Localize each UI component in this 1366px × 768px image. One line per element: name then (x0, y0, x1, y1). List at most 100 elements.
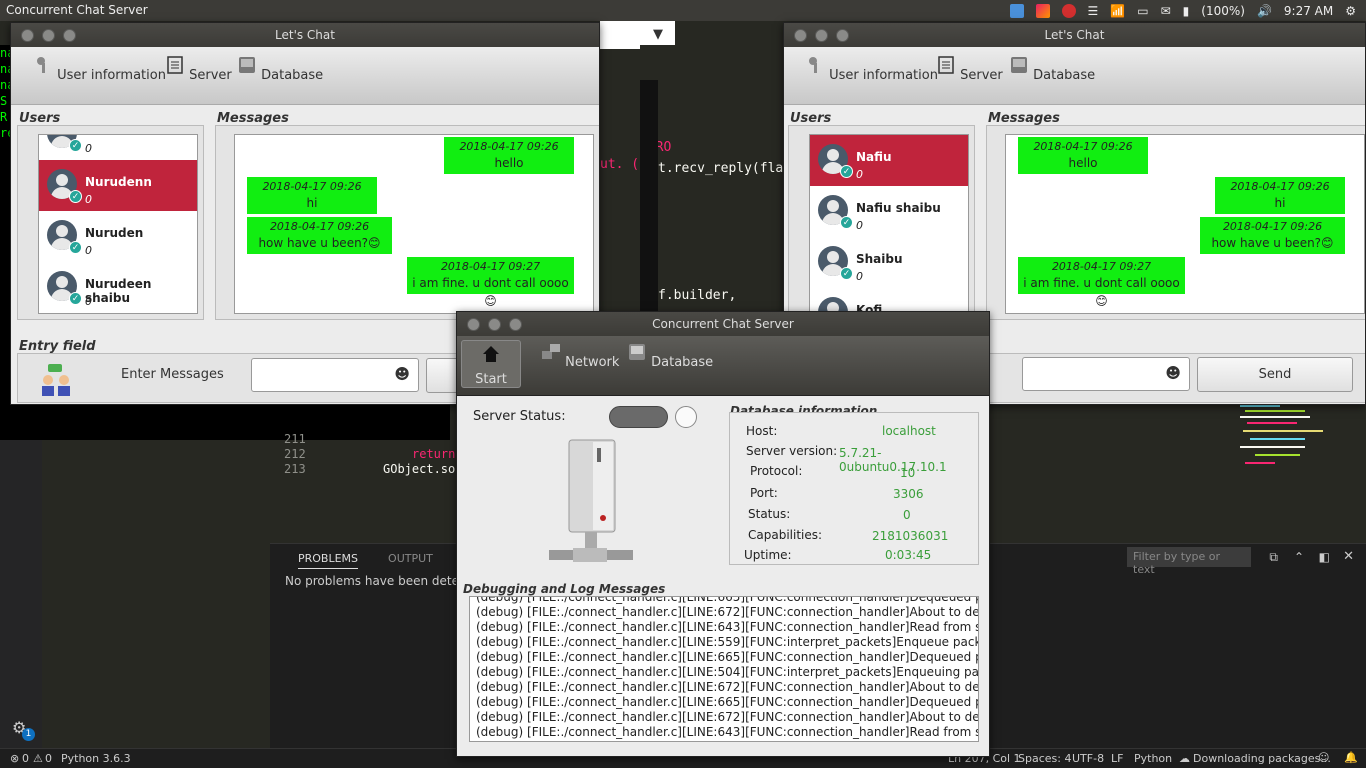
user-count: 0 (85, 142, 92, 155)
user-name: Shaibu (856, 252, 903, 266)
maximize-button[interactable] (509, 318, 522, 331)
log-line: (debug) [FILE:./connect_handler.c][LINE:… (476, 725, 979, 739)
menu-icon[interactable]: ☰ (1088, 4, 1099, 18)
home-icon (483, 346, 499, 362)
user-information-button[interactable]: User information (805, 55, 938, 83)
message-bubble: 2018-04-17 09:26 hello (1018, 137, 1148, 174)
message-text: i am fine. u dont call oooo😊 (1023, 276, 1180, 308)
mail-app-icon[interactable] (1061, 3, 1076, 18)
server-status-toggle[interactable] (609, 406, 668, 428)
messages-label: Messages (988, 111, 1060, 126)
users-label: Users (790, 111, 832, 126)
minimize-button[interactable] (488, 318, 501, 331)
users-list[interactable]: ✓ Nafiu 0 ✓ Nafiu shaibu 0 ✓ Shaibu 0 Ko… (809, 134, 969, 314)
message-text: how have u been?😊 (258, 236, 381, 250)
server-button[interactable]: Server (165, 55, 232, 83)
chevron-up-icon[interactable]: ⌃ (1294, 550, 1304, 564)
db-key: Port: (750, 486, 778, 500)
message-bubble: 2018-04-17 09:26 how have u been?😊 (247, 217, 392, 254)
list-item[interactable]: ✓ 0 (39, 135, 197, 160)
volume-icon[interactable]: 🔊 (1257, 4, 1272, 18)
send-button[interactable]: Send (1197, 357, 1353, 392)
close-button[interactable] (467, 318, 480, 331)
user-count: 0 (856, 270, 863, 283)
bell-icon[interactable]: 🔔 (1344, 751, 1358, 764)
message-input[interactable]: ☻ (1022, 357, 1190, 391)
maximize-button[interactable] (63, 29, 76, 42)
keyboard-icon[interactable]: ▭ (1137, 4, 1148, 18)
server-window: Concurrent Chat Server Start Network Dat… (456, 311, 990, 757)
title-bar: Let's Chat (11, 23, 599, 47)
jetbrains-icon[interactable] (1035, 3, 1050, 18)
log-line: (debug) [FILE:./connect_handler.c][LINE:… (476, 710, 979, 724)
battery-icon[interactable]: ▮ (1183, 4, 1190, 18)
user-count: 0 (856, 219, 863, 232)
messages-frame: 2018-04-17 09:26 hello 2018-04-17 09:26 hi… (215, 125, 599, 320)
online-check-icon: ✓ (840, 165, 853, 178)
users-list[interactable]: ✓ 0 ✓ Nurudenn 0 ✓ Nuruden 0 ✓ Nurudeen … (38, 134, 198, 314)
tab-output[interactable]: OUTPUT (388, 552, 433, 569)
warning-icon[interactable]: ⚠ (33, 752, 43, 765)
language-mode[interactable]: Python (1134, 752, 1172, 765)
message-text: hi (306, 196, 318, 210)
list-item[interactable]: ✓ Nurudenn 0 (39, 160, 197, 211)
user-name: Nafiu (856, 150, 892, 164)
log-line: (debug) [FILE:./connect_handler.c][LINE:… (476, 605, 979, 619)
emoji-icon[interactable]: ☻ (1165, 364, 1181, 382)
tab-problems[interactable]: PROBLEMS (298, 552, 359, 569)
database-button[interactable]: Database (237, 55, 323, 83)
db-key: Host: (746, 424, 778, 438)
emoji-icon[interactable]: ☻ (394, 365, 410, 383)
list-item[interactable]: ✓ Nafiu shaibu 0 (810, 186, 968, 237)
keys-icon (37, 57, 45, 73)
files-icon[interactable] (1009, 3, 1024, 18)
chat-users-icon (42, 364, 70, 396)
error-count[interactable]: 0 (22, 752, 29, 765)
code-fragment: return (412, 447, 456, 461)
indentation[interactable]: Spaces: 4 (1018, 752, 1071, 765)
network-button[interactable]: Network (541, 342, 619, 370)
close-button[interactable] (21, 29, 34, 42)
message-input[interactable]: ☻ (251, 358, 419, 392)
filter-input[interactable]: Filter by type or text (1127, 547, 1251, 576)
line-ending[interactable]: LF (1111, 752, 1123, 765)
minimize-button[interactable] (815, 29, 828, 42)
message-timestamp: 2018-04-17 09:26 (269, 220, 370, 233)
db-value: 0:03:45 (885, 548, 932, 562)
minimize-button[interactable] (42, 29, 55, 42)
user-count: 0 (856, 168, 863, 181)
list-icon (938, 56, 954, 74)
start-button[interactable]: Start (461, 340, 521, 388)
python-version[interactable]: Python 3.6.3 (61, 752, 131, 765)
encoding[interactable]: UTF-8 (1072, 752, 1104, 765)
message-bubble: 2018-04-17 09:26 hi (247, 177, 377, 214)
error-icon[interactable]: ⊗ (10, 752, 19, 765)
database-button[interactable]: Database (1009, 55, 1095, 83)
mail-icon[interactable]: ✉ (1161, 4, 1171, 18)
log-line: (debug) [FILE:./connect_handler.c][LINE:… (476, 665, 979, 679)
database-button[interactable]: Database (627, 342, 713, 370)
list-item[interactable]: ✓ Nafiu 0 (810, 135, 968, 186)
close-panel-icon[interactable]: ✕ (1343, 549, 1354, 564)
log-view[interactable]: (debug) [FILE:./connect_handler.c][LINE:… (469, 596, 979, 742)
editor-scrollbar[interactable] (640, 80, 658, 340)
warning-count[interactable]: 0 (45, 752, 52, 765)
list-item[interactable]: ✓ Nurudeen shaibu 0 (39, 262, 197, 313)
messages-list[interactable]: 2018-04-17 09:26 hello 2018-04-17 09:26 hi… (1005, 134, 1365, 314)
clock[interactable]: 9:27 AM (1284, 4, 1333, 18)
list-item[interactable]: ✓ Nuruden 0 (39, 211, 197, 262)
messages-list[interactable]: 2018-04-17 09:26 hello 2018-04-17 09:26 hi… (234, 134, 594, 314)
maximize-button[interactable] (836, 29, 849, 42)
collapse-all-icon[interactable]: ⧉ (1269, 550, 1278, 565)
list-item[interactable]: ✓ Shaibu 0 (810, 237, 968, 288)
user-information-button[interactable]: User information (33, 55, 166, 83)
battery-percent[interactable]: (100%) (1201, 4, 1245, 18)
smiley-icon[interactable]: ☺ (1318, 751, 1329, 764)
keys-icon (809, 57, 817, 73)
server-button[interactable]: Server (936, 55, 1003, 83)
power-gear-icon[interactable]: ⚙ (1345, 4, 1356, 18)
close-button[interactable] (794, 29, 807, 42)
maximize-panel-icon[interactable]: ◧ (1319, 550, 1330, 564)
users-frame: ✓ 0 ✓ Nurudenn 0 ✓ Nuruden 0 ✓ Nurudeen … (17, 125, 204, 320)
wifi-icon[interactable]: 📶 (1110, 4, 1125, 18)
